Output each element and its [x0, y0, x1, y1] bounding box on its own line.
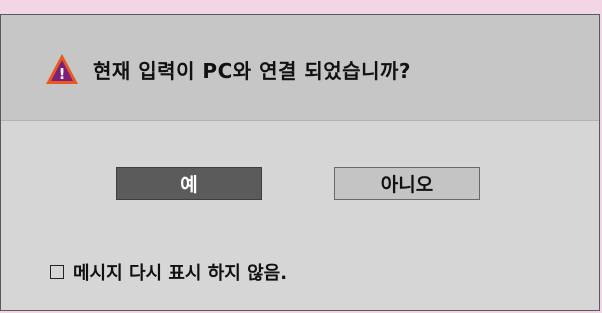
dialog-title: 현재 입력이 PC와 연결 되었습니까? — [93, 59, 411, 83]
dont-show-again-checkbox[interactable] — [50, 265, 64, 279]
no-button[interactable]: 아니오 — [334, 167, 480, 200]
warning-mark: ! — [59, 65, 66, 83]
yes-button[interactable]: 예 — [116, 167, 262, 200]
dialog-header: ! 현재 입력이 PC와 연결 되었습니까? — [1, 15, 599, 121]
dont-show-again-label: 메시지 다시 표시 하지 않음. — [73, 263, 288, 284]
warning-triangle-icon: ! — [46, 54, 78, 84]
confirm-dialog: ! 현재 입력이 PC와 연결 되었습니까? 예 아니오 메시지 다시 표시 하… — [0, 14, 600, 311]
dont-show-again-option[interactable]: 메시지 다시 표시 하지 않음. — [50, 259, 287, 285]
